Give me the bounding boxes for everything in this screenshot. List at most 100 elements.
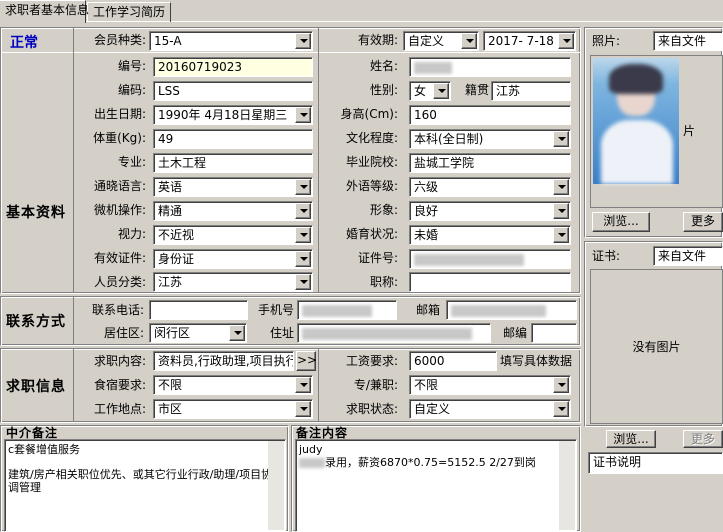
- eyesight-select[interactable]: 不近视: [153, 225, 313, 245]
- cert-image-frame: 没有图片: [590, 269, 723, 424]
- number-input[interactable]: 20160719023: [153, 57, 313, 77]
- photo-label: 照片:: [592, 34, 621, 48]
- chevron-down-icon[interactable]: [295, 274, 311, 290]
- chevron-down-icon[interactable]: [553, 401, 569, 417]
- address-input[interactable]: [297, 323, 491, 343]
- photo-frame: 片: [590, 55, 723, 208]
- status-label: 正常: [10, 35, 38, 51]
- scrollbar[interactable]: [559, 441, 575, 530]
- major-label: 专业:: [117, 155, 146, 169]
- mobile-input[interactable]: [297, 300, 397, 320]
- mobile-label: 手机号: [257, 303, 294, 317]
- postcode-label: 邮编: [502, 326, 527, 340]
- redacted-block: [302, 327, 472, 340]
- birth-label: 出生日期:: [93, 107, 146, 121]
- computer-label: 微机操作:: [93, 203, 146, 217]
- salary-input[interactable]: 6000: [409, 351, 497, 371]
- job-content-more-button[interactable]: >>: [296, 351, 317, 371]
- chevron-down-icon[interactable]: [295, 377, 311, 393]
- language-label: 通晓语言:: [93, 179, 146, 193]
- gender-label: 性别:: [369, 83, 398, 97]
- district-select[interactable]: 闵行区: [149, 323, 247, 343]
- chevron-down-icon[interactable]: [553, 377, 569, 393]
- chevron-down-icon[interactable]: [553, 227, 569, 243]
- chevron-down-icon[interactable]: [295, 401, 311, 417]
- tab-basic-info[interactable]: 求职者基本信息: [0, 0, 89, 23]
- redacted-block: [414, 253, 524, 266]
- cert-more-button[interactable]: 更多: [683, 430, 723, 448]
- salary-hint: 填写具体数据: [500, 354, 573, 368]
- id-type-label: 有效证件:: [93, 251, 146, 265]
- validity-label: 有效期:: [357, 33, 398, 47]
- language-select[interactable]: 英语: [153, 177, 313, 197]
- lodging-select[interactable]: 不限: [153, 375, 313, 395]
- section-basic: 基本资料: [6, 205, 66, 221]
- chevron-down-icon[interactable]: [553, 203, 569, 219]
- agency-notes-textarea[interactable]: c套餐增值服务 建筑/房产相关职位优先、或其它行业行政/助理/项目协调管理: [4, 439, 286, 532]
- category-select[interactable]: 江苏: [153, 272, 313, 292]
- chevron-down-icon[interactable]: [295, 203, 311, 219]
- section-job: 求职信息: [6, 379, 66, 395]
- email-input[interactable]: [446, 300, 577, 320]
- chevron-down-icon[interactable]: [558, 33, 574, 49]
- chevron-down-icon[interactable]: [295, 33, 311, 49]
- marital-select[interactable]: 未婚: [409, 225, 571, 245]
- scrollbar[interactable]: [268, 441, 284, 530]
- tab-work-history[interactable]: 工作学习简历: [87, 2, 171, 22]
- weight-input[interactable]: 49: [153, 129, 313, 149]
- job-content-input[interactable]: 资料员,行政助理,项目执行: [153, 351, 294, 371]
- birth-date-picker[interactable]: 1990年 4月18日星期三: [153, 105, 313, 125]
- chevron-down-icon[interactable]: [553, 131, 569, 147]
- chevron-down-icon[interactable]: [229, 325, 245, 341]
- photo-browse-button[interactable]: 浏览...: [592, 212, 650, 232]
- chevron-down-icon[interactable]: [433, 83, 449, 99]
- cert-description-input[interactable]: 证书说明: [588, 452, 723, 474]
- appearance-label: 形象:: [369, 203, 398, 217]
- location-select[interactable]: 市区: [153, 399, 313, 419]
- gender-select[interactable]: 女: [409, 81, 451, 101]
- education-select[interactable]: 本科(全日制): [409, 129, 571, 149]
- member-type-select[interactable]: 15-A: [149, 31, 313, 51]
- cert-source-select[interactable]: 来自文件: [653, 246, 723, 266]
- height-input[interactable]: 160: [409, 105, 571, 125]
- address-label: 住址: [269, 326, 294, 340]
- name-input[interactable]: [409, 57, 571, 77]
- code-input[interactable]: LSS: [153, 81, 313, 101]
- native-input[interactable]: 江苏: [491, 81, 571, 101]
- parttime-select[interactable]: 不限: [409, 375, 571, 395]
- remarks-textarea[interactable]: judy 录用，薪资6870*0.75=5152.5 2/27到岗: [295, 439, 577, 532]
- photo-more-button[interactable]: 更多: [683, 212, 723, 232]
- email-label: 邮箱: [415, 303, 440, 317]
- agency-note-line: c套餐增值服务: [8, 443, 81, 456]
- job-status-label: 求职状态:: [345, 402, 398, 416]
- title-input[interactable]: [409, 272, 571, 292]
- chevron-down-icon[interactable]: [295, 251, 311, 267]
- computer-select[interactable]: 精通: [153, 201, 313, 221]
- agency-note-line: 建筑/房产相关职位优先、或其它行业行政/助理/项目协调管理: [8, 468, 273, 494]
- height-label: 身高(Cm):: [340, 107, 398, 121]
- validity-select[interactable]: 自定义: [403, 31, 479, 51]
- chevron-down-icon[interactable]: [295, 179, 311, 195]
- phone-label: 联系电话:: [91, 303, 144, 317]
- job-status-select[interactable]: 自定义: [409, 399, 571, 419]
- cert-empty-text: 没有图片: [632, 340, 681, 354]
- chevron-down-icon[interactable]: [295, 107, 311, 123]
- photo-source-select[interactable]: 来自文件: [653, 31, 723, 51]
- remarks-line: judy: [299, 443, 323, 456]
- chevron-down-icon[interactable]: [295, 227, 311, 243]
- remarks-line: 录用，薪资6870*0.75=5152.5 2/27到岗: [299, 456, 573, 469]
- appearance-select[interactable]: 良好: [409, 201, 571, 221]
- member-type-label: 会员种类:: [93, 33, 146, 47]
- validity-date-picker[interactable]: 2017- 7-18: [483, 31, 576, 51]
- cert-browse-button[interactable]: 浏览...: [606, 430, 656, 448]
- chevron-down-icon[interactable]: [461, 33, 477, 49]
- major-input[interactable]: 土木工程: [153, 153, 313, 173]
- lodging-label: 食宿要求:: [93, 378, 146, 392]
- foreign-level-select[interactable]: 六级: [409, 177, 571, 197]
- id-number-input[interactable]: [409, 249, 571, 269]
- chevron-down-icon[interactable]: [553, 179, 569, 195]
- id-type-select[interactable]: 身份证: [153, 249, 313, 269]
- phone-input[interactable]: [149, 300, 248, 320]
- school-input[interactable]: 盐城工学院: [409, 153, 571, 173]
- postcode-input[interactable]: [531, 323, 577, 343]
